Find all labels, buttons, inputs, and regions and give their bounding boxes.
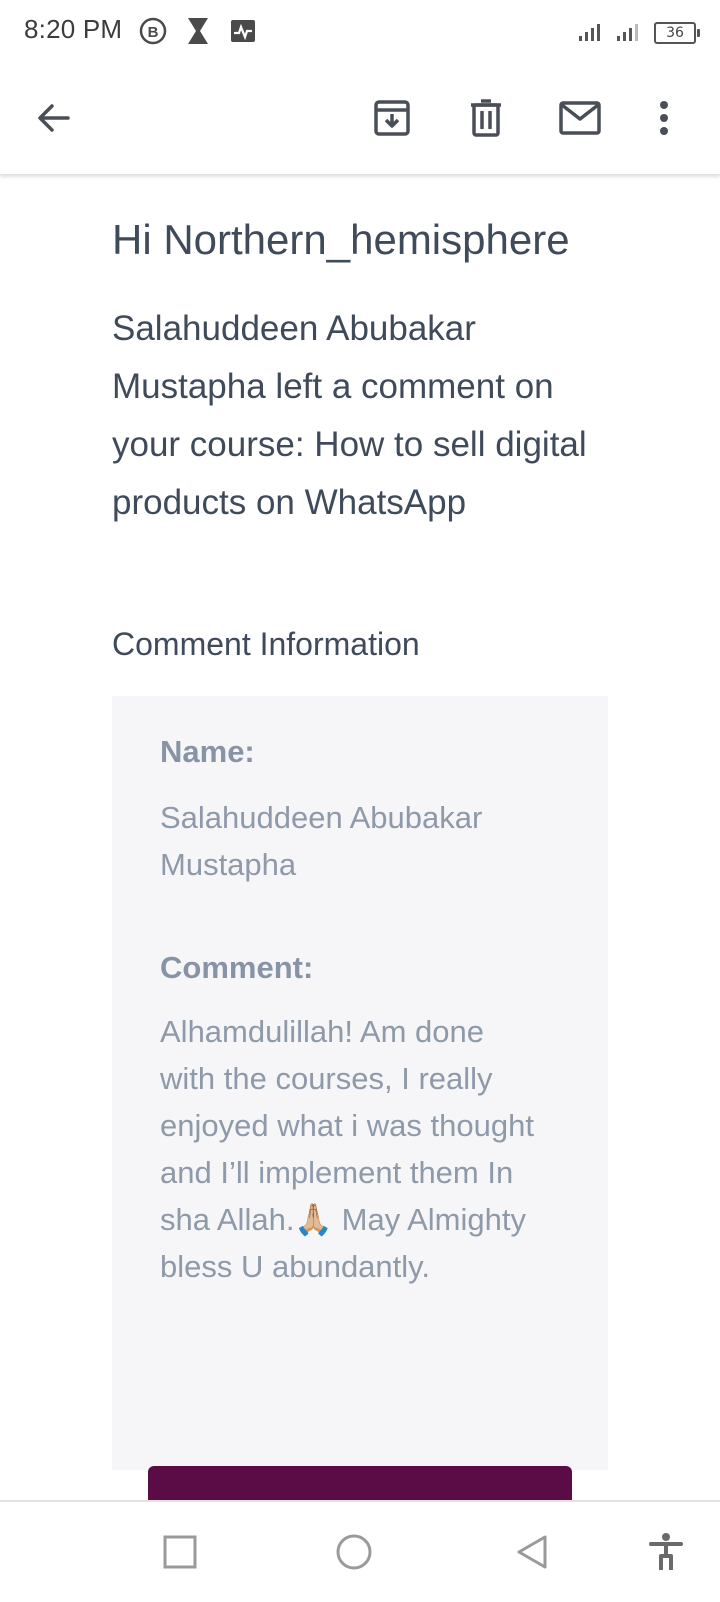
accessibility-button[interactable] [642, 1530, 690, 1578]
back-icon [515, 1534, 549, 1575]
mark-unread-button[interactable] [554, 94, 606, 146]
archive-icon [373, 99, 411, 142]
signal-icon [578, 18, 608, 47]
system-nav-bar [0, 1500, 720, 1602]
status-icons-left: B [138, 16, 258, 51]
more-vert-icon [658, 100, 670, 141]
recents-icon [163, 1535, 197, 1574]
email-intro: Salahuddeen Abubakar Mustapha left a com… [112, 309, 587, 522]
delete-icon [469, 98, 503, 142]
status-time: 8:20 PM [24, 14, 123, 44]
comment-value: Alhamdulillah! Am done with the courses,… [160, 1014, 534, 1284]
status-icons-right: 36 [578, 18, 700, 47]
app-bar [0, 66, 720, 175]
accessibility-icon [648, 1532, 684, 1577]
svg-text:B: B [148, 24, 159, 41]
comment-label: Comment: [160, 950, 314, 985]
archive-button[interactable] [366, 94, 418, 146]
greeting: Hi Northern_hemisphere [112, 216, 570, 263]
b-circle-icon: B [138, 16, 168, 51]
name-value: Salahuddeen Abubakar Mustapha [160, 800, 483, 882]
delete-button[interactable] [460, 94, 512, 146]
home-button[interactable] [330, 1530, 378, 1578]
battery-icon: 36 [654, 21, 700, 44]
status-bar: 8:20 PM B 36 [0, 0, 720, 66]
mail-icon [559, 100, 601, 140]
nav-back-button[interactable] [508, 1530, 556, 1578]
arrow-back-icon [36, 100, 72, 141]
hourglass-icon [184, 16, 212, 51]
home-icon [335, 1533, 373, 1576]
section-title: Comment Information [112, 626, 420, 662]
recents-button[interactable] [156, 1530, 204, 1578]
comment-info-card: Name: Salahuddeen Abubakar Mustapha Comm… [112, 696, 608, 1470]
name-label: Name: [160, 734, 255, 769]
signal-icon [616, 18, 646, 47]
activity-icon [228, 16, 258, 51]
more-options-button[interactable] [638, 94, 690, 146]
back-button[interactable] [28, 94, 80, 146]
